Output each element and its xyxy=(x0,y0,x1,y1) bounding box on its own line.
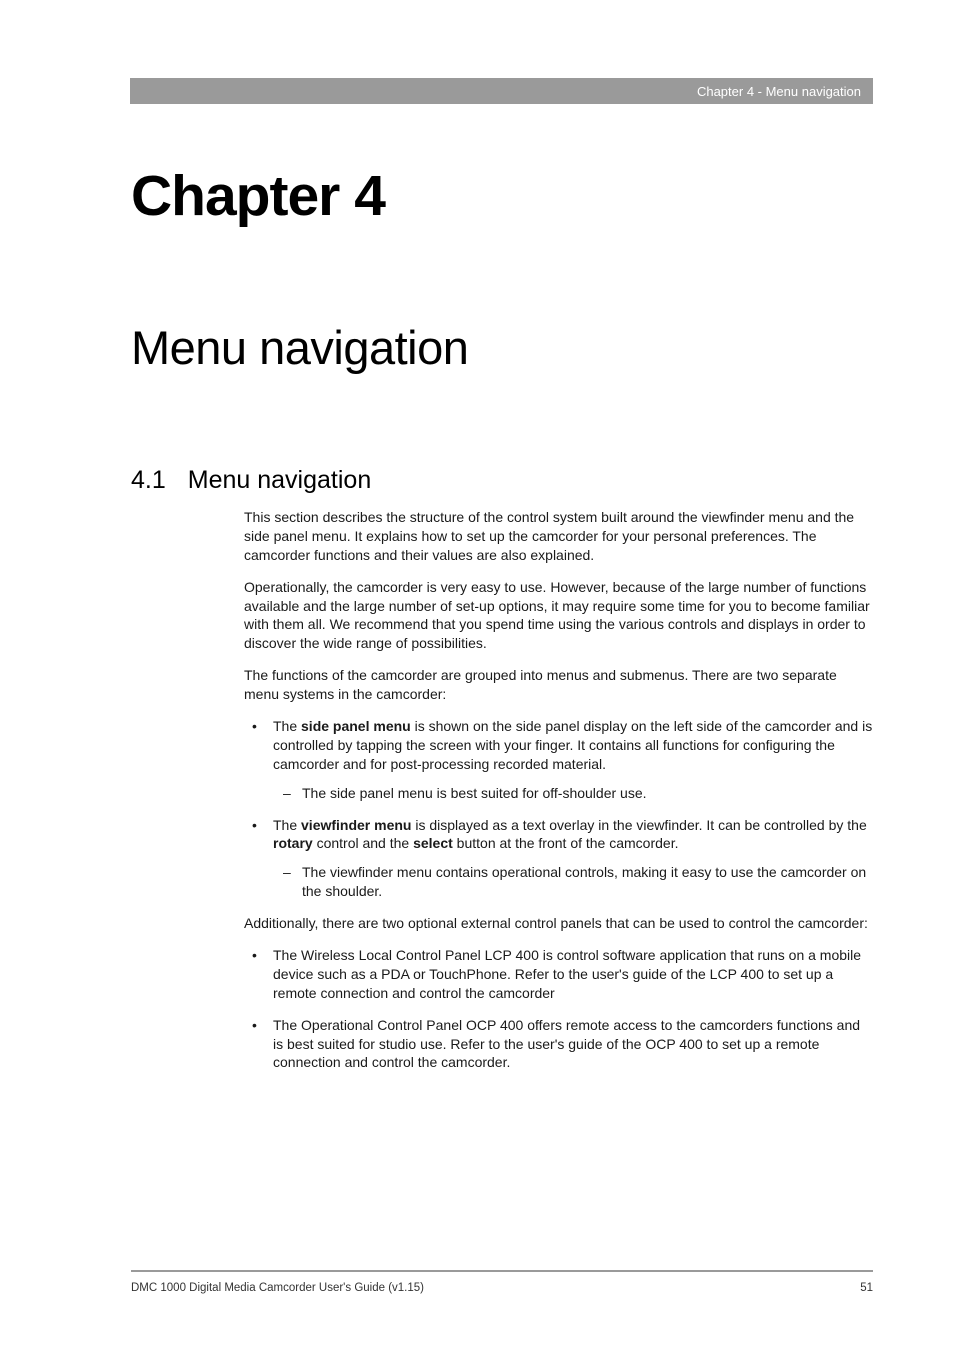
section-title: Menu navigation xyxy=(188,466,371,494)
sub-list-item: The side panel menu is best suited for o… xyxy=(273,784,873,803)
footer-text: DMC 1000 Digital Media Camcorder User's … xyxy=(131,1282,873,1294)
sub-list: The viewfinder menu contains operational… xyxy=(273,863,873,901)
list-item: The Wireless Local Control Panel LCP 400… xyxy=(244,946,873,1003)
text: button at the front of the camcorder. xyxy=(453,835,679,851)
paragraph: Operationally, the camcorder is very eas… xyxy=(244,578,873,654)
list-item: The side panel menu is shown on the side… xyxy=(244,717,873,803)
sub-list-item: The viewfinder menu contains operational… xyxy=(273,863,873,901)
bold-text: rotary xyxy=(273,835,313,851)
paragraph: Additionally, there are two optional ext… xyxy=(244,914,873,933)
bullet-list: The Wireless Local Control Panel LCP 400… xyxy=(244,946,873,1072)
doc-title: DMC 1000 Digital Media Camcorder User's … xyxy=(131,1282,424,1294)
bold-text: viewfinder menu xyxy=(301,817,411,833)
page-title: Menu navigation xyxy=(131,320,468,375)
footer: DMC 1000 Digital Media Camcorder User's … xyxy=(131,1270,873,1294)
chapter-title: Chapter 4 xyxy=(131,163,385,229)
sub-list: The side panel menu is best suited for o… xyxy=(273,784,873,803)
page-number: 51 xyxy=(860,1282,873,1294)
section-header: 4.1 Menu navigation xyxy=(131,466,371,495)
text: control and the xyxy=(313,835,413,851)
section-number: 4.1 xyxy=(131,466,166,495)
header-bar: Chapter 4 - Menu navigation xyxy=(130,78,873,104)
text: The xyxy=(273,817,301,833)
text: The xyxy=(273,718,301,734)
text: is displayed as a text overlay in the vi… xyxy=(411,817,866,833)
bold-text: select xyxy=(413,835,453,851)
breadcrumb: Chapter 4 - Menu navigation xyxy=(697,84,861,99)
bullet-list: The side panel menu is shown on the side… xyxy=(244,717,873,901)
body-content: This section describes the structure of … xyxy=(244,508,873,1085)
paragraph: This section describes the structure of … xyxy=(244,508,873,565)
paragraph: The functions of the camcorder are group… xyxy=(244,666,873,704)
list-item: The viewfinder menu is displayed as a te… xyxy=(244,816,873,902)
list-item: The Operational Control Panel OCP 400 of… xyxy=(244,1016,873,1073)
bold-text: side panel menu xyxy=(301,718,411,734)
footer-divider xyxy=(131,1270,873,1272)
